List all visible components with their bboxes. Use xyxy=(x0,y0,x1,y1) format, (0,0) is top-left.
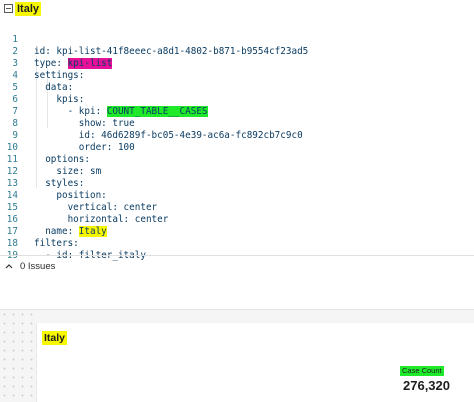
yaml-key: id: xyxy=(34,46,57,57)
code-line-7: 7 show: true xyxy=(0,94,134,129)
code-line-17: 17 filters: xyxy=(0,214,79,249)
dotted-background xyxy=(0,310,36,402)
highlighted-type-value: kpi-list xyxy=(67,58,113,69)
code-line-8: 8 id: 46d6289f-bc05-4e39-ac6a-fc892cb7c9… xyxy=(0,106,302,141)
code-line-5: 5 kpis: xyxy=(0,70,84,105)
code-text: show: true xyxy=(34,118,135,129)
kpi-value: 276,320 xyxy=(403,378,450,393)
code-line-2: 2 type: kpi-list xyxy=(0,34,113,69)
code-text: order: 100 xyxy=(34,142,135,153)
code-line-12: 12 styles: xyxy=(0,154,85,189)
kpi-list-card[interactable]: Italy Case Count 276,320 xyxy=(36,323,474,402)
code-text: styles: xyxy=(34,178,85,189)
code-line-15: 15 horizontal: center xyxy=(0,190,169,225)
code-text: vertical: center xyxy=(34,202,158,213)
code-line-10: 10 options: xyxy=(0,130,90,165)
code-line-19: 19 xyxy=(0,238,22,261)
divider xyxy=(0,255,474,256)
yaml-value: kpi-list-41f8eeec-a8d1-4802-b871-b9554cf… xyxy=(56,46,309,57)
kpi-label: Case Count xyxy=(400,366,444,376)
code-line-14: 14 vertical: center xyxy=(0,178,157,213)
window-icon xyxy=(4,4,13,13)
code-text: id: 46d6289f-bc05-4e39-ac6a-fc892cb7c9c0 xyxy=(34,130,303,141)
code-text: settings: xyxy=(34,70,85,81)
issues-panel-toggle[interactable]: 0 Issues xyxy=(0,258,474,276)
code-line-18: 18 - id: filter_italy xyxy=(0,226,146,261)
code-text: data: xyxy=(34,82,74,93)
chevron-up-icon[interactable] xyxy=(4,259,14,273)
code-text: horizontal: center xyxy=(34,214,169,225)
code-text: size: sm xyxy=(34,166,102,177)
code-line-1: 1 id: kpi-list-41f8eeec-a8d1-4802-b871-b… xyxy=(0,22,308,57)
code-line-16: 16 name: Italy xyxy=(0,202,107,237)
code-line-4: 4 data: xyxy=(0,58,73,93)
code-text: filters: xyxy=(34,238,79,249)
code-text: kpis: xyxy=(34,94,85,105)
code-line-3: 3 settings: xyxy=(0,46,84,81)
code-text: position: xyxy=(34,190,107,201)
kpi-preview-panel: Italy Case Count 276,320 xyxy=(0,310,474,402)
code-line-9: 9 order: 100 xyxy=(0,118,134,153)
code-line-13: 13 position: xyxy=(0,166,107,201)
editor-tab-bar: Italy xyxy=(0,0,474,20)
card-title: Italy xyxy=(42,331,68,345)
yaml-key: type: xyxy=(34,58,68,69)
tab-title[interactable]: Italy xyxy=(15,2,42,16)
highlighted-kpi-value: COUNT_TABLE__CASES xyxy=(106,106,208,117)
code-line-11: 11 size: sm xyxy=(0,142,101,177)
highlighted-name-value: Italy xyxy=(78,226,107,237)
yaml-code-editor[interactable]: 1 id: kpi-list-41f8eeec-a8d1-4802-b871-b… xyxy=(0,20,474,261)
code-text: options: xyxy=(34,154,90,165)
yaml-key: name: xyxy=(34,226,79,237)
issues-count-label: 0 Issues xyxy=(20,261,56,272)
code-line-6: 6 - kpi: COUNT_TABLE__CASES xyxy=(0,82,208,117)
yaml-key: - kpi: xyxy=(34,106,107,117)
